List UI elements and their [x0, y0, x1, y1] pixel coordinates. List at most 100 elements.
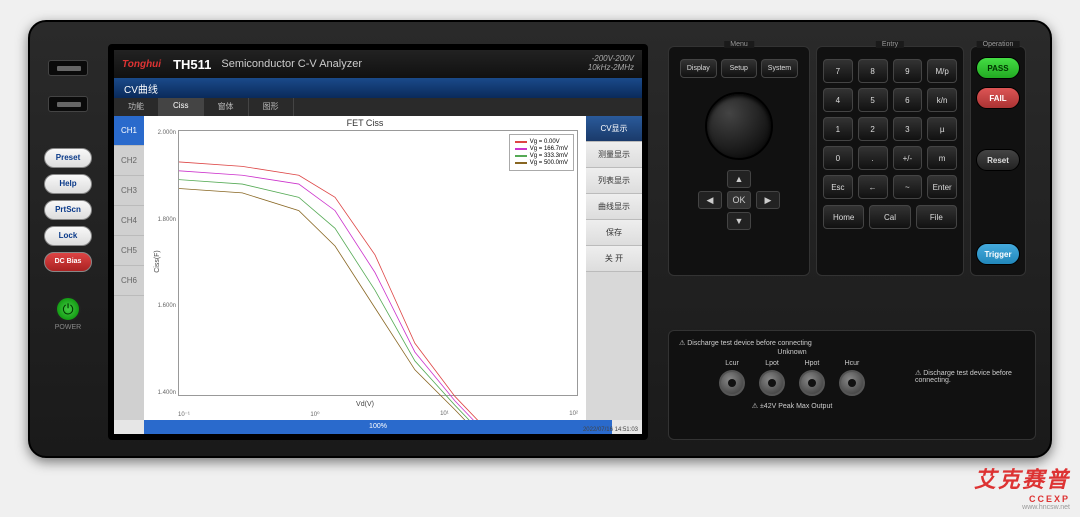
key-µ[interactable]: µ	[927, 117, 957, 141]
y-ticks: 2.000n1.800n1.600n1.400n	[152, 130, 176, 396]
key-7[interactable]: 7	[823, 59, 853, 83]
key-6[interactable]: 6	[893, 88, 923, 112]
instrument-chassis: Preset Help PrtScn Lock DC Bias POWER To…	[28, 20, 1052, 458]
freq-range: 10kHz-2MHz	[588, 64, 634, 73]
key-0[interactable]: 0	[823, 146, 853, 170]
usb-port-2[interactable]	[48, 96, 88, 112]
rotary-knob[interactable]	[705, 92, 773, 160]
arrow-right-button[interactable]: ▶	[756, 191, 780, 209]
watermark-en: CCEXP	[974, 494, 1070, 504]
screen-tab[interactable]: 窗体	[204, 98, 249, 116]
range-info: -200V-200V 10kHz-2MHz	[588, 55, 634, 73]
bnc-port-hcur[interactable]: Hcur	[839, 360, 865, 396]
progress-bar: 100%	[144, 420, 612, 434]
menu-group: Menu DisplaySetupSystem ▲ ◀ OK ▶ ▼	[668, 46, 810, 276]
channel-tabs: CH1CH2CH3CH4CH5CH6	[114, 116, 144, 420]
prtscn-button[interactable]: PrtScn	[44, 200, 92, 220]
operation-group-label: Operation	[977, 41, 1020, 48]
channel-tab[interactable]: CH6	[114, 266, 144, 296]
softkey-item[interactable]: 曲线显示	[586, 194, 642, 220]
channel-tab[interactable]: CH5	[114, 236, 144, 266]
arrow-left-button[interactable]: ◀	[698, 191, 722, 209]
model-subtitle: Semiconductor C-V Analyzer	[221, 58, 362, 70]
key-1[interactable]: 1	[823, 117, 853, 141]
channel-tab[interactable]: CH1	[114, 116, 144, 146]
key-file[interactable]: File	[916, 205, 957, 229]
key-.[interactable]: .	[858, 146, 888, 170]
fail-button[interactable]: FAIL	[976, 87, 1020, 109]
bnc-port-hpot[interactable]: Hpot	[799, 360, 825, 396]
power-button[interactable]	[55, 296, 81, 322]
bnc-panel: Discharge test device before connecting …	[668, 330, 1036, 440]
chart-title: FET Ciss	[144, 118, 586, 128]
model-number: TH511	[173, 57, 211, 72]
brand-logo: Tonghui	[122, 59, 161, 70]
entry-group: Entry 789M/p456k/n123µ0.+/-mEsc←~Enter H…	[816, 46, 964, 276]
entry-group-label: Entry	[876, 41, 904, 48]
watermark-cn: 艾克赛普	[974, 462, 1070, 494]
bnc-warning-bottom: ±42V Peak Max Output	[679, 402, 905, 410]
softkey-item[interactable]: 测量显示	[586, 142, 642, 168]
softkey-item[interactable]: 关 开	[586, 246, 642, 272]
setup-button[interactable]: Setup	[721, 59, 757, 78]
trigger-button[interactable]: Trigger	[976, 243, 1020, 265]
key-home[interactable]: Home	[823, 205, 864, 229]
screen-bezel: Tonghui TH511 Semiconductor C-V Analyzer…	[108, 44, 648, 440]
bnc-warning-top: Discharge test device before connecting	[679, 339, 905, 347]
channel-tab[interactable]: CH3	[114, 176, 144, 206]
arrow-up-button[interactable]: ▲	[727, 170, 751, 188]
softkey-item[interactable]: 保存	[586, 220, 642, 246]
control-panel: Menu DisplaySetupSystem ▲ ◀ OK ▶ ▼ Entry…	[668, 46, 1036, 276]
key-~[interactable]: ~	[893, 175, 923, 199]
softkey-menu: CV显示 测量显示列表显示曲线显示保存关 开	[586, 116, 642, 420]
channel-tab[interactable]: CH2	[114, 146, 144, 176]
key-m[interactable]: m	[927, 146, 957, 170]
bnc-warning-right: Discharge test device before connecting.	[905, 339, 1025, 431]
side-button-group: Preset Help PrtScn Lock DC Bias	[38, 148, 98, 272]
key-Enter[interactable]: Enter	[927, 175, 957, 199]
channel-tab[interactable]: CH4	[114, 206, 144, 236]
dc-bias-button[interactable]: DC Bias	[44, 252, 92, 272]
screen-footer: 100% 2022/07/16 14:51:03	[114, 420, 642, 434]
screen-tab[interactable]: 图形	[249, 98, 294, 116]
arrow-down-button[interactable]: ▼	[727, 212, 751, 230]
screen-tab[interactable]: Ciss	[159, 98, 204, 116]
screen-tab[interactable]: 功能	[114, 98, 159, 116]
key-3[interactable]: 3	[893, 117, 923, 141]
preset-button[interactable]: Preset	[44, 148, 92, 168]
key-5[interactable]: 5	[858, 88, 888, 112]
softkey-header: CV显示	[586, 116, 642, 142]
help-button[interactable]: Help	[44, 174, 92, 194]
key-k/n[interactable]: k/n	[927, 88, 957, 112]
pass-button[interactable]: PASS	[976, 57, 1020, 79]
lcd-screen: Tonghui TH511 Semiconductor C-V Analyzer…	[114, 50, 642, 434]
key-8[interactable]: 8	[858, 59, 888, 83]
screen-header: Tonghui TH511 Semiconductor C-V Analyzer…	[114, 50, 642, 78]
bnc-port-lpot[interactable]: Lpot	[759, 360, 785, 396]
bnc-port-lcur[interactable]: Lcur	[719, 360, 745, 396]
curves-svg	[179, 131, 577, 434]
left-side-panel: Preset Help PrtScn Lock DC Bias POWER	[38, 52, 98, 331]
key-9[interactable]: 9	[893, 59, 923, 83]
ok-button[interactable]: OK	[727, 191, 751, 209]
screen-title: CV曲线	[124, 81, 158, 95]
menu-group-label: Menu	[724, 41, 754, 48]
key-M/p[interactable]: M/p	[927, 59, 957, 83]
key-2[interactable]: 2	[858, 117, 888, 141]
reset-button[interactable]: Reset	[976, 149, 1020, 171]
key-4[interactable]: 4	[823, 88, 853, 112]
bnc-unknown-label: Unknown	[679, 349, 905, 356]
key-Esc[interactable]: Esc	[823, 175, 853, 199]
screen-tabs: 功能Ciss窗体图形	[114, 98, 642, 116]
dpad: ▲ ◀ OK ▶ ▼	[694, 170, 784, 230]
lock-button[interactable]: Lock	[44, 226, 92, 246]
system-button[interactable]: System	[761, 59, 798, 78]
key-+/-[interactable]: +/-	[893, 146, 923, 170]
screen-title-bar: CV曲线	[114, 78, 642, 98]
key-cal[interactable]: Cal	[869, 205, 910, 229]
display-button[interactable]: Display	[680, 59, 717, 78]
usb-port-1[interactable]	[48, 60, 88, 76]
x-axis-label: Vd(V)	[356, 401, 374, 408]
softkey-item[interactable]: 列表显示	[586, 168, 642, 194]
key-←[interactable]: ←	[858, 175, 888, 199]
